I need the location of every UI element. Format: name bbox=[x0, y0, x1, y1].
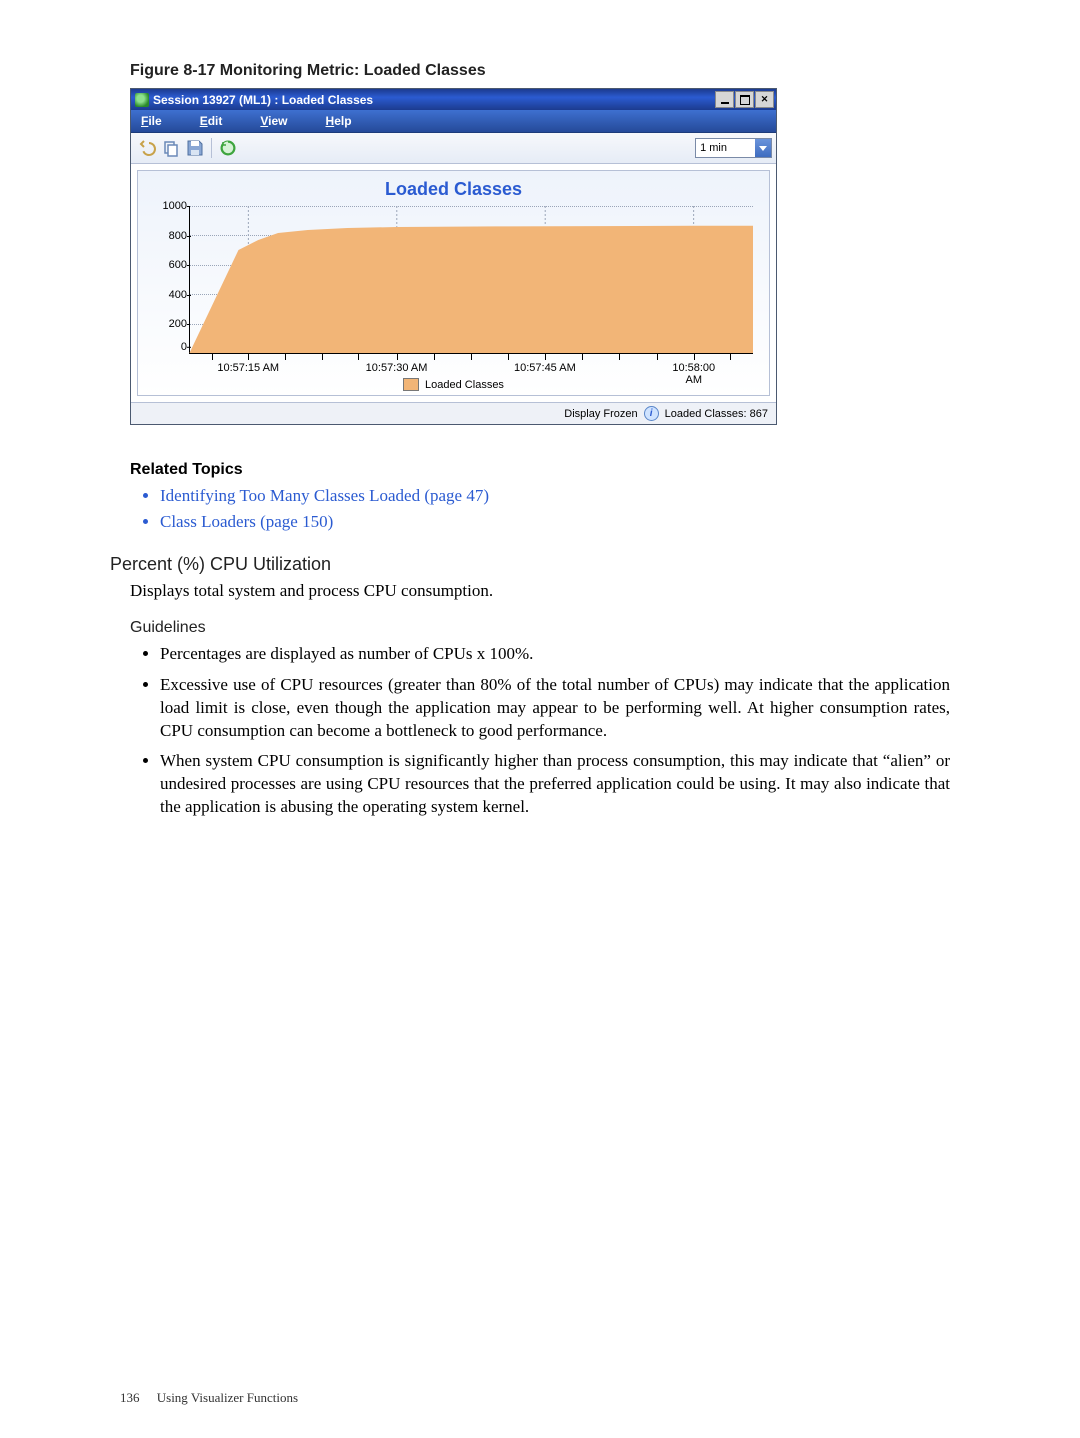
running-head: Using Visualizer Functions bbox=[157, 1390, 298, 1405]
app-window: Session 13927 (ML1) : Loaded Classes Fil… bbox=[130, 88, 777, 425]
save-icon[interactable] bbox=[185, 138, 205, 158]
status-frozen: Display Frozen bbox=[564, 408, 637, 420]
menubar: File Edit View Help bbox=[131, 110, 776, 133]
maximize-button[interactable] bbox=[735, 91, 754, 108]
menu-view[interactable]: View bbox=[258, 112, 289, 130]
legend-label: Loaded Classes bbox=[425, 379, 504, 391]
x-label: 10:57:45 AM bbox=[514, 362, 576, 374]
guideline-item: Percentages are displayed as number of C… bbox=[160, 643, 950, 666]
page-number: 136 bbox=[120, 1390, 140, 1405]
menu-help[interactable]: Help bbox=[324, 112, 354, 130]
close-button[interactable] bbox=[755, 91, 774, 108]
x-label: 10:58:00 AM bbox=[664, 362, 723, 386]
interval-value: 1 min bbox=[696, 142, 755, 154]
toolbar-separator bbox=[211, 138, 212, 158]
minimize-button[interactable] bbox=[715, 91, 734, 108]
status-loaded-classes: Loaded Classes: 867 bbox=[665, 408, 768, 420]
page-footer: 136 Using Visualizer Functions bbox=[120, 1390, 298, 1406]
chart-panel: Loaded Classes 1000 800 600 400 200 0 bbox=[137, 170, 770, 396]
chart-plot: 1000 800 600 400 200 0 bbox=[189, 206, 753, 376]
figure-caption: Figure 8-17 Monitoring Metric: Loaded Cl… bbox=[130, 62, 950, 80]
guidelines-heading: Guidelines bbox=[130, 619, 950, 637]
statusbar: Display Frozen i Loaded Classes: 867 bbox=[131, 402, 776, 424]
related-topics-list: Identifying Too Many Classes Loaded (pag… bbox=[160, 483, 950, 536]
section-heading: Percent (%) CPU Utilization bbox=[110, 554, 950, 575]
info-icon: i bbox=[644, 406, 659, 421]
x-ticks bbox=[189, 354, 753, 360]
menu-edit[interactable]: Edit bbox=[198, 112, 225, 130]
menu-file[interactable]: File bbox=[139, 112, 164, 130]
x-label: 10:57:30 AM bbox=[366, 362, 428, 374]
app-icon bbox=[135, 93, 149, 107]
interval-select[interactable]: 1 min bbox=[695, 138, 772, 158]
related-link[interactable]: Identifying Too Many Classes Loaded (pag… bbox=[160, 483, 950, 509]
y-tick: 600 bbox=[169, 259, 187, 271]
y-tick: 200 bbox=[169, 318, 187, 330]
y-tick: 400 bbox=[169, 289, 187, 301]
guidelines-list: Percentages are displayed as number of C… bbox=[160, 643, 950, 820]
y-tick: 800 bbox=[169, 230, 187, 242]
toolbar: 1 min bbox=[131, 133, 776, 164]
y-axis: 1000 800 600 400 200 0 bbox=[149, 206, 187, 354]
window-titlebar[interactable]: Session 13927 (ML1) : Loaded Classes bbox=[131, 89, 776, 110]
y-tick: 1000 bbox=[163, 200, 187, 212]
guideline-item: Excessive use of CPU resources (greater … bbox=[160, 674, 950, 743]
copy-icon[interactable] bbox=[161, 138, 181, 158]
series-area bbox=[189, 206, 753, 354]
related-topics-heading: Related Topics bbox=[130, 461, 950, 479]
x-labels: 10:57:15 AM 10:57:30 AM 10:57:45 AM 10:5… bbox=[189, 362, 753, 376]
section-body: Displays total system and process CPU co… bbox=[130, 581, 950, 601]
related-link[interactable]: Class Loaders (page 150) bbox=[160, 509, 950, 535]
y-tick: 0 bbox=[181, 341, 187, 353]
window-title: Session 13927 (ML1) : Loaded Classes bbox=[153, 93, 714, 107]
refresh-icon[interactable] bbox=[218, 138, 238, 158]
x-label: 10:57:15 AM bbox=[217, 362, 279, 374]
chevron-down-icon[interactable] bbox=[755, 139, 771, 157]
undo-icon[interactable] bbox=[137, 138, 157, 158]
legend-swatch bbox=[403, 378, 419, 391]
guideline-item: When system CPU consumption is significa… bbox=[160, 750, 950, 819]
chart-title: Loaded Classes bbox=[144, 179, 763, 200]
